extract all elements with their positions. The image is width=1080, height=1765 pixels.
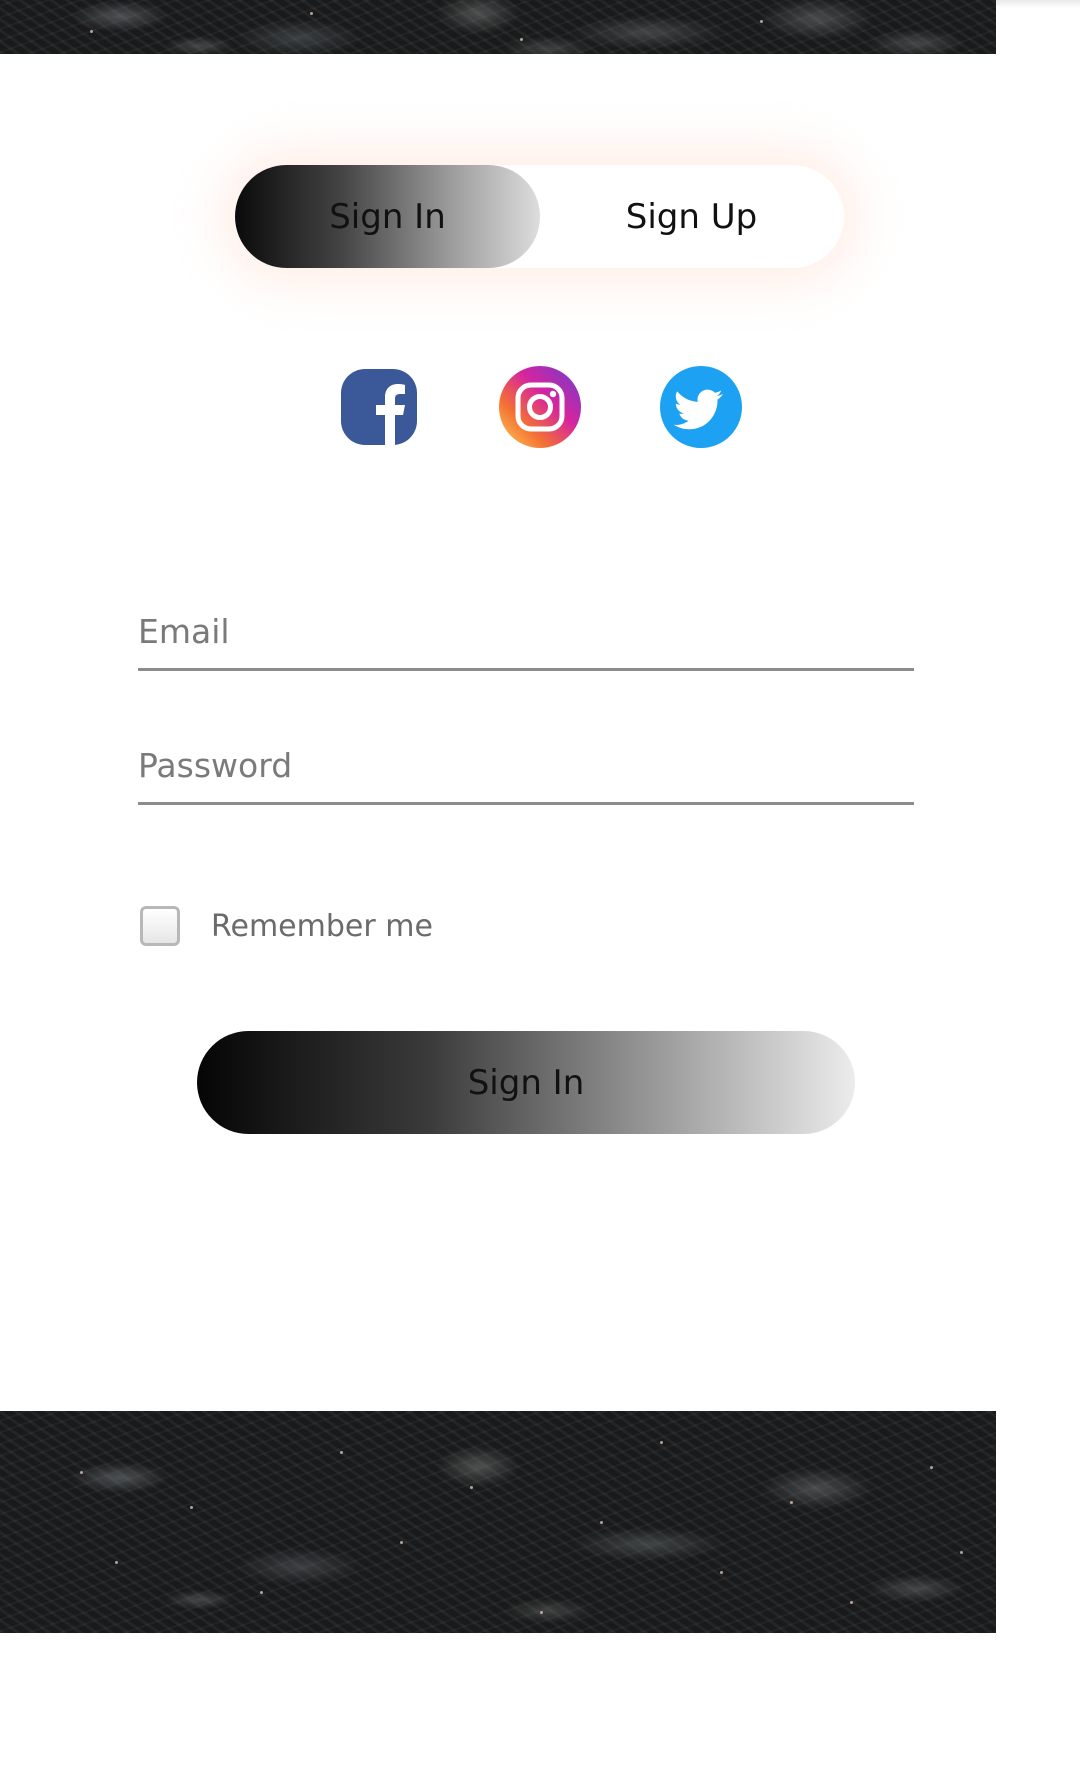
header-texture-image — [0, 0, 996, 54]
signin-page: Sign In Sign Up Email Remember me Sign I… — [0, 0, 1080, 1765]
email-field — [138, 601, 914, 671]
password-input[interactable] — [138, 735, 914, 795]
email-input[interactable] — [138, 601, 914, 661]
remember-me-checkbox[interactable] — [140, 906, 180, 946]
tab-sign-in[interactable]: Sign In — [235, 165, 540, 268]
instagram-icon[interactable] — [498, 365, 582, 449]
twitter-icon[interactable] — [659, 365, 743, 449]
facebook-icon[interactable] — [339, 365, 423, 449]
sign-in-button[interactable]: Sign In — [197, 1031, 855, 1134]
footer-texture-image — [0, 1411, 996, 1633]
auth-mode-toggle: Sign In Sign Up — [235, 165, 844, 268]
password-field — [138, 735, 914, 805]
remember-me-row: Remember me — [140, 905, 433, 947]
remember-me-label: Remember me — [211, 908, 433, 944]
scrollbar-edge — [996, 0, 1080, 8]
tab-sign-up[interactable]: Sign Up — [539, 165, 844, 268]
